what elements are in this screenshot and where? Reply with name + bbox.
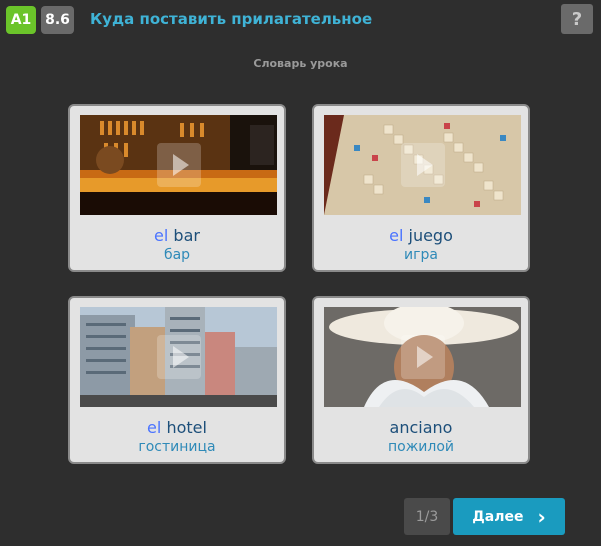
help-button[interactable]: ?	[561, 4, 593, 34]
vocab-card-juego[interactable]: el juego игра	[312, 104, 530, 272]
card-translation: гостиница	[138, 439, 216, 455]
card-translation: пожилой	[387, 439, 455, 455]
card-word: hotel	[166, 418, 207, 437]
vocab-card-bar[interactable]: el bar бар	[68, 104, 286, 272]
play-icon	[400, 335, 445, 379]
card-translation: бар	[163, 247, 191, 263]
card-word: bar	[173, 226, 200, 245]
next-button[interactable]: Далее ›	[453, 498, 565, 535]
play-icon	[156, 143, 201, 187]
card-translation: игра	[404, 247, 438, 263]
chevron-right-icon: ›	[537, 504, 546, 529]
section-label: Словарь урока	[253, 57, 348, 70]
page-title: Куда поставить прилагательное	[90, 10, 373, 28]
card-article: el	[154, 226, 169, 245]
card-word: juego	[408, 226, 453, 245]
city-hotels-photo	[80, 307, 277, 407]
play-icon	[400, 143, 445, 187]
next-button-label: Далее	[472, 508, 524, 525]
old-man-cowboy-hat-photo	[324, 307, 521, 407]
play-icon	[156, 335, 201, 379]
page-indicator: 1/3	[404, 498, 450, 535]
vocab-card-hotel[interactable]: el hotel гостиница	[68, 296, 286, 464]
card-article: el	[147, 418, 162, 437]
card-article: el	[389, 226, 404, 245]
vocab-card-anciano[interactable]: anciano пожилой	[312, 296, 530, 464]
bar-interior-photo	[80, 115, 277, 215]
scrabble-board-photo	[324, 115, 521, 215]
card-word: anciano	[389, 418, 453, 437]
score-badge: 8.6	[41, 6, 74, 34]
level-badge: A1	[6, 6, 36, 34]
